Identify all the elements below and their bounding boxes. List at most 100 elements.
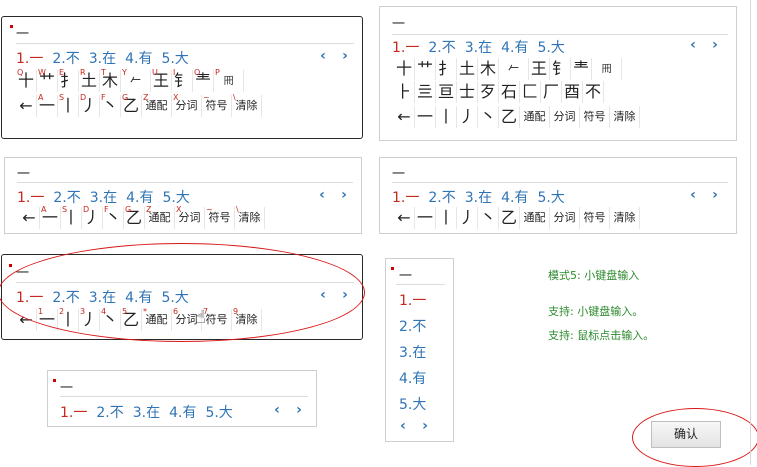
key-0[interactable]: Q十 [16, 68, 37, 92]
candidate-2[interactable]: 2.不 [53, 187, 80, 207]
candidate-4[interactable]: 4.有 [501, 187, 528, 207]
key-0[interactable]: 十 [394, 58, 415, 80]
candidate-4[interactable]: 4.有 [126, 187, 153, 207]
candidate-5[interactable]: 5.大 [161, 48, 188, 68]
key-6[interactable]: 通配 [520, 106, 550, 128]
ime-style-7-panel[interactable]: 一 1.一 2.不 3.在 4.有 5.大 ‹ › [385, 258, 454, 442]
next-page-button[interactable]: › [334, 48, 356, 64]
key-6[interactable]: U王 [151, 68, 172, 92]
key-4[interactable]: 丶 [478, 207, 499, 229]
key-8[interactable]: 龶 [571, 58, 592, 80]
key-1[interactable]: 亖 [415, 81, 436, 103]
key-1[interactable]: 艹 [415, 58, 436, 80]
next-page-button[interactable]: › [333, 187, 355, 203]
key-2[interactable]: E扌 [58, 68, 79, 92]
key-3[interactable]: 丿 [457, 207, 478, 229]
key-2[interactable]: 亘 [436, 81, 457, 103]
key-2[interactable]: 丨 [436, 207, 457, 229]
key-1[interactable]: A一 [40, 205, 61, 229]
key-7[interactable]: 厂 [541, 81, 562, 103]
key-3[interactable]: R土 [79, 68, 100, 92]
key-1[interactable]: 一 [415, 106, 436, 128]
key-7[interactable]: X 分词 [172, 93, 202, 117]
candidate-5[interactable]: 5.大 [399, 394, 426, 414]
key-5[interactable]: G乙 [121, 93, 142, 117]
candidate-2[interactable]: 2.不 [96, 402, 123, 422]
next-page-button[interactable]: › [704, 187, 726, 203]
key-6[interactable]: 匚 [520, 81, 541, 103]
key-5[interactable]: Y𠂉 [121, 68, 151, 92]
key-9[interactable]: \ 清除 [235, 205, 265, 229]
key-2[interactable]: S丨 [58, 93, 79, 117]
key-5[interactable]: 𠂉 [499, 58, 529, 80]
candidate-3[interactable]: 3.在 [133, 402, 160, 422]
candidate-3[interactable]: 3.在 [90, 187, 117, 207]
key-9[interactable]: 不 [583, 81, 604, 103]
candidate-5[interactable]: 5.大 [537, 37, 564, 57]
prev-page-button[interactable]: ‹ [311, 187, 333, 203]
candidate-5[interactable]: 5.大 [162, 187, 189, 207]
key-5[interactable]: G乙 [124, 205, 145, 229]
prev-page-button[interactable]: ‹ [392, 418, 414, 434]
candidate-5[interactable]: 5.大 [205, 402, 232, 422]
candidate-3[interactable]: 3.在 [465, 37, 492, 57]
key-6[interactable]: 王 [529, 58, 550, 80]
candidate-5[interactable]: 5.大 [537, 187, 564, 207]
key-8[interactable]: 酉 [562, 81, 583, 103]
ime-style-6-panel[interactable]: 一 1.一 2.不 3.在 4.有 5.大 ‹ › [47, 370, 317, 427]
key-6[interactable]: Z 通配 [142, 93, 172, 117]
candidate-4[interactable]: 4.有 [169, 402, 196, 422]
next-page-button[interactable]: › [704, 37, 726, 53]
prev-page-button[interactable]: ‹ [682, 187, 704, 203]
key-9[interactable]: P𠕁 [214, 68, 244, 92]
candidate-4[interactable]: 4.有 [399, 368, 426, 388]
candidate-3[interactable]: 3.在 [399, 342, 426, 362]
key-7[interactable]: X 分词 [175, 205, 205, 229]
key-7[interactable]: I钅 [172, 68, 193, 92]
key-8[interactable]: ~ 符号 [202, 93, 232, 117]
candidate-3[interactable]: 3.在 [89, 48, 116, 68]
key-3[interactable]: D丿 [82, 205, 103, 229]
key-1[interactable]: A一 [37, 93, 58, 117]
key-7[interactable]: 钅 [550, 58, 571, 80]
key-3[interactable]: 丿 [457, 106, 478, 128]
key-0[interactable]: ⺊ [394, 81, 415, 103]
candidate-3[interactable]: 3.在 [465, 187, 492, 207]
ime-style-2-panel[interactable]: 一 1.一 2.不 3.在 4.有 5.大 ‹ › 十艹扌土木𠂉王钅龶𠕁 ⺊亖亘士歹石匚厂… [379, 6, 737, 141]
key-6[interactable]: Z 通配 [145, 205, 175, 229]
prev-page-button[interactable]: ‹ [682, 37, 704, 53]
key-9[interactable]: 清除 [610, 207, 640, 229]
candidate-1[interactable]: 1.一 [17, 187, 44, 207]
next-page-button[interactable]: › [414, 418, 436, 434]
candidate-1[interactable]: 1.一 [392, 187, 419, 207]
key-0[interactable]: ← [19, 207, 40, 229]
key-9[interactable]: 清除 [610, 106, 640, 128]
key-4[interactable]: 丶 [478, 106, 499, 128]
key-9[interactable]: \ 清除 [232, 93, 262, 117]
key-7[interactable]: 分词 [550, 207, 580, 229]
key-8[interactable]: O龶 [193, 68, 214, 92]
ime-style-4-panel[interactable]: 一 1.一 2.不 3.在 4.有 5.大 ‹ › ← 一丨丿丶乙通配 分词 符号 清除 [379, 157, 737, 234]
key-2[interactable]: 扌 [436, 58, 457, 80]
key-4[interactable]: 木 [478, 58, 499, 80]
key-1[interactable]: W艹 [37, 68, 58, 92]
key-8[interactable]: ~ 符号 [205, 205, 235, 229]
key-6[interactable]: 通配 [520, 207, 550, 229]
prev-page-button[interactable]: ‹ [266, 402, 288, 418]
candidate-2[interactable]: 2.不 [52, 48, 79, 68]
key-0[interactable]: ← [16, 95, 37, 117]
key-8[interactable]: 符号 [580, 207, 610, 229]
key-4[interactable]: 歹 [478, 81, 499, 103]
candidate-1[interactable]: 1.一 [399, 290, 426, 310]
key-4[interactable]: T木 [100, 68, 121, 92]
candidate-2[interactable]: 2.不 [428, 187, 455, 207]
key-2[interactable]: S丨 [61, 205, 82, 229]
candidate-1[interactable]: 1.一 [60, 402, 87, 422]
key-3[interactable]: 士 [457, 81, 478, 103]
candidate-4[interactable]: 4.有 [125, 48, 152, 68]
key-7[interactable]: 分词 [550, 106, 580, 128]
key-5[interactable]: 乙 [499, 106, 520, 128]
key-3[interactable]: 土 [457, 58, 478, 80]
next-page-button[interactable]: › [288, 402, 310, 418]
candidate-2[interactable]: 2.不 [399, 316, 426, 336]
